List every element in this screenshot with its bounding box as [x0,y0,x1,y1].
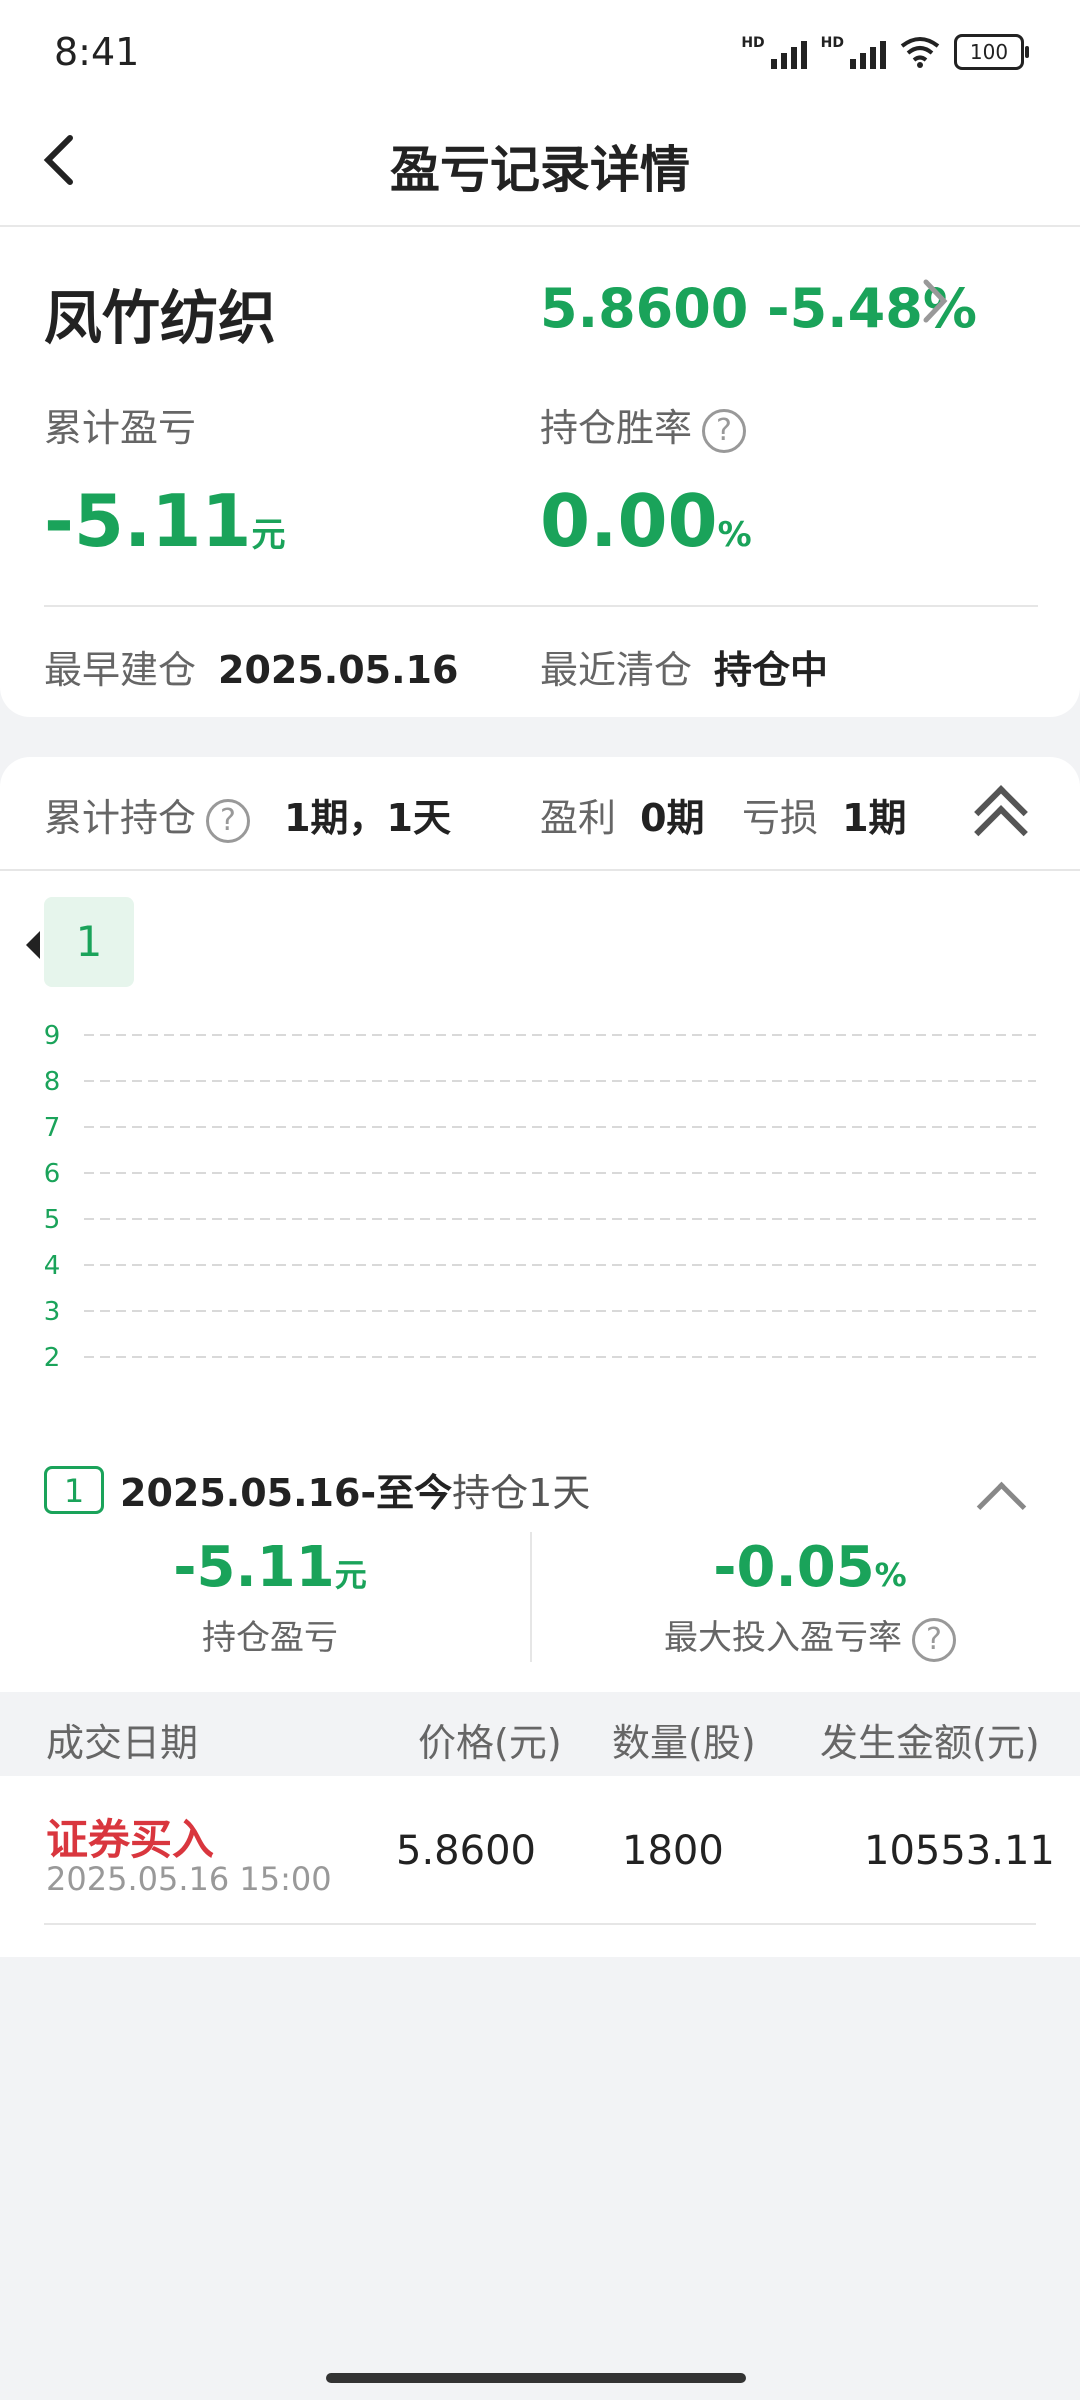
max-rate: -0.05% [540,1535,1080,1600]
collapse-double-chevron-icon[interactable] [974,779,1028,859]
max-rate-label-wrap: 最大投入盈亏率? [540,1610,1080,1662]
col-date: 成交日期 [46,1721,199,1765]
period-range: 2025.05.16-至今 [120,1471,453,1515]
nav-header: 盈亏记录详情 [0,100,1080,227]
hold-pnl-block: -5.11元 持仓盈亏 [0,1535,540,1659]
hold-summary: 累计持仓? 1期，1天 [44,787,451,843]
stock-price-change[interactable]: 5.8600 -5.48% [540,277,977,340]
loss-summary: 亏损 1期 [742,787,907,842]
period-tab[interactable]: 1 [44,897,134,987]
hd-label: HD [741,35,765,51]
hold-pnl-label: 持仓盈亏 [202,1618,338,1658]
winrate-label: 持仓胜率 [540,406,693,450]
winrate-unit: % [717,515,752,555]
profit-value: 0期 [640,796,705,840]
hold-pnl-value: -5.11 [173,1535,335,1600]
recent-label: 最近清仓 [540,648,693,692]
status-bar: 8:41 HD HD 100 [0,0,1080,100]
status-icons: HD HD 100 [741,34,1029,70]
col-amount: 发生金额(元) [820,1721,1040,1765]
wifi-icon [900,37,940,68]
y-tick-label: 7 [44,1113,61,1143]
y-tick-label: 3 [44,1297,61,1327]
chevron-right-icon[interactable] [920,275,950,340]
hold-pnl: -5.11元 [0,1535,540,1600]
max-rate-label: 最大投入盈亏率 [664,1618,902,1658]
y-tick-label: 2 [44,1343,61,1367]
max-rate-unit: % [874,1556,907,1594]
recent-clear: 最近清仓 持仓中 [540,639,828,694]
period-header: 1 2025.05.16-至今 持仓1天 [44,1462,590,1517]
scroll-left-icon[interactable] [26,931,40,959]
y-tick-label: 5 [44,1205,61,1235]
recent-value: 持仓中 [714,648,829,692]
holding-chart: 987654322025.05.16 [44,1021,1036,1367]
winrate-label-wrap: 持仓胜率? [540,397,747,453]
trade-qty: 1800 [622,1828,724,1874]
divider [44,1923,1036,1925]
battery-icon: 100 [954,34,1029,70]
holding-summary: 累计持仓? 1期，1天 盈利 0期 亏损 1期 [0,757,1080,871]
loss-label: 亏损 [742,796,819,840]
earliest-label: 最早建仓 [44,648,197,692]
col-qty: 数量(股) [612,1721,756,1765]
winrate-value: 0.00 [540,479,718,563]
hold-pnl-unit: 元 [334,1556,367,1594]
help-icon[interactable]: ? [912,1617,956,1662]
earliest-build: 最早建仓 2025.05.16 [44,639,458,694]
y-tick-label: 4 [44,1251,61,1281]
table-header: 成交日期 价格(元) 数量(股) 发生金额(元) [0,1692,1080,1776]
stock-overview-card: 凤竹纺织 5.8600 -5.48% 累计盈亏 持仓胜率? -5.11元 0.0… [0,227,1080,717]
y-tick-label: 9 [44,1021,61,1051]
page-title: 盈亏记录详情 [390,141,690,199]
hd-label-2: HD [820,35,844,51]
help-icon[interactable]: ? [206,798,251,843]
help-icon[interactable]: ? [702,408,747,453]
divider [44,605,1038,607]
y-tick-label: 8 [44,1067,61,1097]
hold-label: 累计持仓 [44,796,197,840]
period-duration: 持仓1天 [452,1471,591,1515]
col-price: 价格(元) [418,1721,562,1765]
period-number: 1 [44,1465,104,1514]
loss-value: 1期 [842,796,907,840]
home-indicator[interactable] [326,2373,746,2383]
max-rate-value: -0.05 [713,1535,875,1600]
chevron-up-icon[interactable] [976,1481,1027,1532]
stock-name: 凤竹纺织 [44,284,277,352]
profit-label: 盈利 [540,796,617,840]
cumulative-pnl: -5.11元 [44,479,286,563]
trade-type: 证券买入 [46,1815,215,1864]
pnl-unit: 元 [251,515,286,555]
winrate: 0.00% [540,479,752,563]
y-tick-label: 6 [44,1159,61,1189]
table-row[interactable]: 证券买入 2025.05.16 15:00 5.8600 1800 10553.… [0,1776,1080,1924]
profit-summary: 盈利 0期 [540,787,705,842]
trade-price: 5.8600 [396,1828,536,1874]
cellular-signal-icon-2: HD [821,35,886,69]
trade-datetime: 2025.05.16 15:00 [46,1860,332,1898]
divider [530,1532,532,1662]
holding-detail-card: 累计持仓? 1期，1天 盈利 0期 亏损 1期 1 9 8 7 6 5 4 3 2 2025.0… [0,757,1080,1957]
pnl-value: -5.11 [44,479,252,563]
earliest-value: 2025.05.16 [218,648,459,692]
max-rate-block: -0.05% 最大投入盈亏率? [540,1535,1080,1662]
pnl-label: 累计盈亏 [44,406,197,450]
hold-value: 1期，1天 [284,796,451,840]
cellular-signal-icon: HD [741,35,807,69]
trade-amount: 10553.11 [864,1828,1055,1874]
status-time: 8:41 [54,30,140,74]
